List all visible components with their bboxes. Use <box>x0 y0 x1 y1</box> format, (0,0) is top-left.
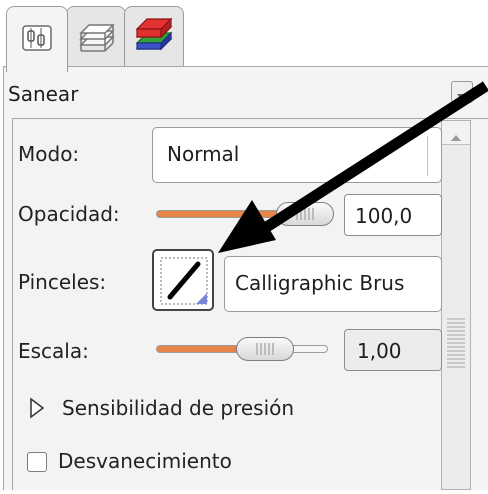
brushes-label: Pinceles: <box>18 270 107 294</box>
menu-arrow-icon <box>456 88 468 107</box>
fade-label: Desvanecimiento <box>58 449 232 473</box>
brush-preview-button[interactable] <box>152 249 214 311</box>
opacity-slider-thumb[interactable] <box>276 202 334 226</box>
brush-select[interactable]: Calligraphic Brus <box>224 256 442 312</box>
tab-tool-options[interactable] <box>6 6 68 72</box>
mode-value: Normal <box>167 142 240 166</box>
scale-label: Escala: <box>18 339 89 363</box>
scale-value-field[interactable]: 1,00 <box>344 329 442 371</box>
opacity-value-field[interactable]: 100,0 <box>344 194 442 236</box>
calligraphic-brush-icon <box>158 255 210 311</box>
vertical-scrollbar[interactable] <box>441 120 471 490</box>
scale-slider-thumb[interactable] <box>236 337 294 361</box>
scrollbar-thumb-grip[interactable] <box>447 318 465 368</box>
scroll-up-button[interactable] <box>442 121 470 145</box>
combo-separator <box>427 136 428 176</box>
chevron-up-icon <box>450 128 462 147</box>
mode-select[interactable]: Normal <box>152 127 442 183</box>
opacity-value-text: 100,0 <box>355 204 413 228</box>
layers-icon <box>75 17 119 63</box>
mode-label: Modo: <box>18 142 80 166</box>
panel-title: Sanear <box>8 82 79 106</box>
brush-value: Calligraphic Brus <box>235 271 405 295</box>
tool-options-icon <box>22 25 52 55</box>
expander-arrow-icon[interactable] <box>29 397 45 423</box>
tab-layers[interactable] <box>66 6 126 66</box>
fade-checkbox[interactable] <box>27 452 47 472</box>
tab-channels[interactable] <box>124 6 184 66</box>
dock-tabs <box>0 0 488 72</box>
opacity-label: Opacidad: <box>18 202 120 226</box>
pressure-sensitivity-expander[interactable]: Sensibilidad de presión <box>62 396 294 420</box>
channels-icon <box>133 15 177 65</box>
panel-menu-button[interactable] <box>451 81 473 103</box>
scale-value-text: 1,00 <box>357 339 402 363</box>
